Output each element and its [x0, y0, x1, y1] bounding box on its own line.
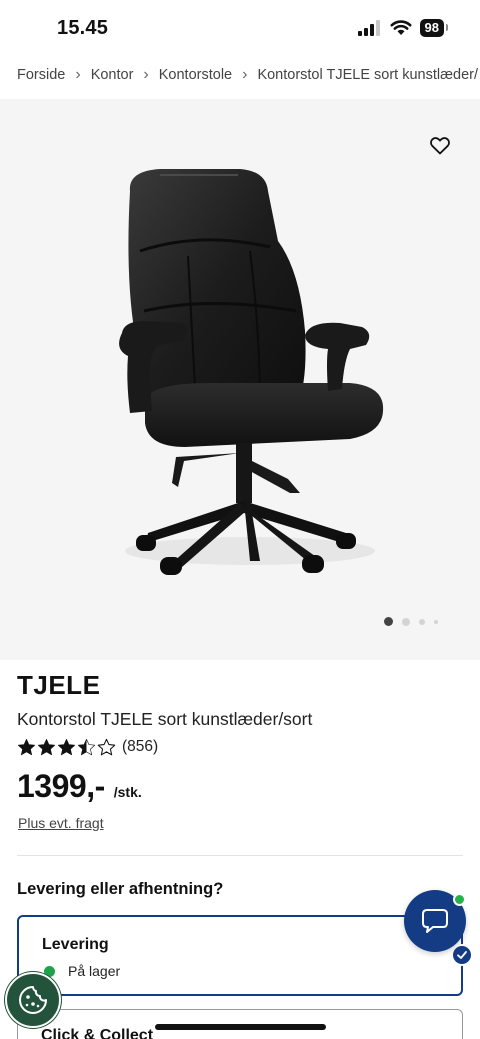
breadcrumb-item-kontor[interactable]: Kontor — [91, 67, 134, 83]
review-count[interactable]: (856) — [122, 738, 158, 756]
delivery-heading: Levering eller afhentning? — [17, 880, 224, 898]
status-icons: 98 — [357, 19, 449, 37]
stock-status: På lager — [44, 963, 120, 979]
star-icon — [77, 738, 96, 756]
chat-icon — [422, 909, 448, 933]
breadcrumb: Forside › Kontor › Kontorstole › Kontors… — [17, 66, 478, 84]
gallery-dot[interactable] — [434, 619, 438, 624]
price-value: 1399,- — [17, 768, 105, 804]
star-icon — [57, 738, 76, 756]
product-rating[interactable]: (856) — [17, 738, 158, 756]
option-title: Levering — [42, 936, 109, 953]
breadcrumb-item-kontorstole[interactable]: Kontorstole — [159, 67, 232, 83]
gallery-pagination[interactable] — [384, 617, 438, 626]
star-icon — [37, 738, 56, 756]
star-rating — [17, 738, 116, 756]
star-icon — [17, 738, 36, 756]
price: 1399,- /stk. — [17, 768, 142, 805]
stock-label: På lager — [68, 963, 121, 979]
heart-icon[interactable] — [428, 133, 452, 157]
check-icon — [451, 944, 473, 966]
product-title: Kontorstol TJELE sort kunstlæder/sort — [17, 709, 313, 729]
product-image — [119, 169, 384, 575]
chevron-right-icon: › — [75, 66, 81, 83]
gallery-dot-active[interactable] — [384, 617, 393, 626]
chevron-right-icon: › — [242, 66, 248, 83]
cookie-settings-button[interactable] — [5, 972, 61, 1028]
battery-icon: 98 — [419, 19, 449, 37]
breadcrumb-item-forside[interactable]: Forside — [17, 67, 65, 83]
wifi-icon — [390, 20, 412, 35]
gallery-dot[interactable] — [419, 618, 425, 625]
chat-button[interactable] — [404, 890, 466, 952]
price-unit: /stk. — [113, 784, 142, 800]
status-bar: 15.45 98 — [0, 0, 480, 56]
chevron-right-icon: › — [143, 66, 149, 83]
cookie-icon — [19, 986, 47, 1014]
freight-link[interactable]: Plus evt. fragt — [18, 815, 104, 831]
status-time: 15.45 — [57, 17, 109, 39]
signal-icon — [357, 20, 380, 36]
star-icon — [97, 738, 116, 756]
divider — [17, 855, 463, 856]
gallery-dot[interactable] — [402, 617, 410, 626]
delivery-option-levering[interactable]: Levering På lager — [17, 915, 473, 996]
home-indicator — [155, 1024, 326, 1030]
product-image-gallery[interactable] — [0, 99, 480, 660]
product-brand: TJELE — [17, 670, 101, 700]
chat-online-indicator — [453, 893, 466, 906]
breadcrumb-item-current[interactable]: Kontorstol TJELE sort kunstlæder/ — [257, 67, 478, 83]
option-title: Click & Collect — [41, 1027, 154, 1039]
